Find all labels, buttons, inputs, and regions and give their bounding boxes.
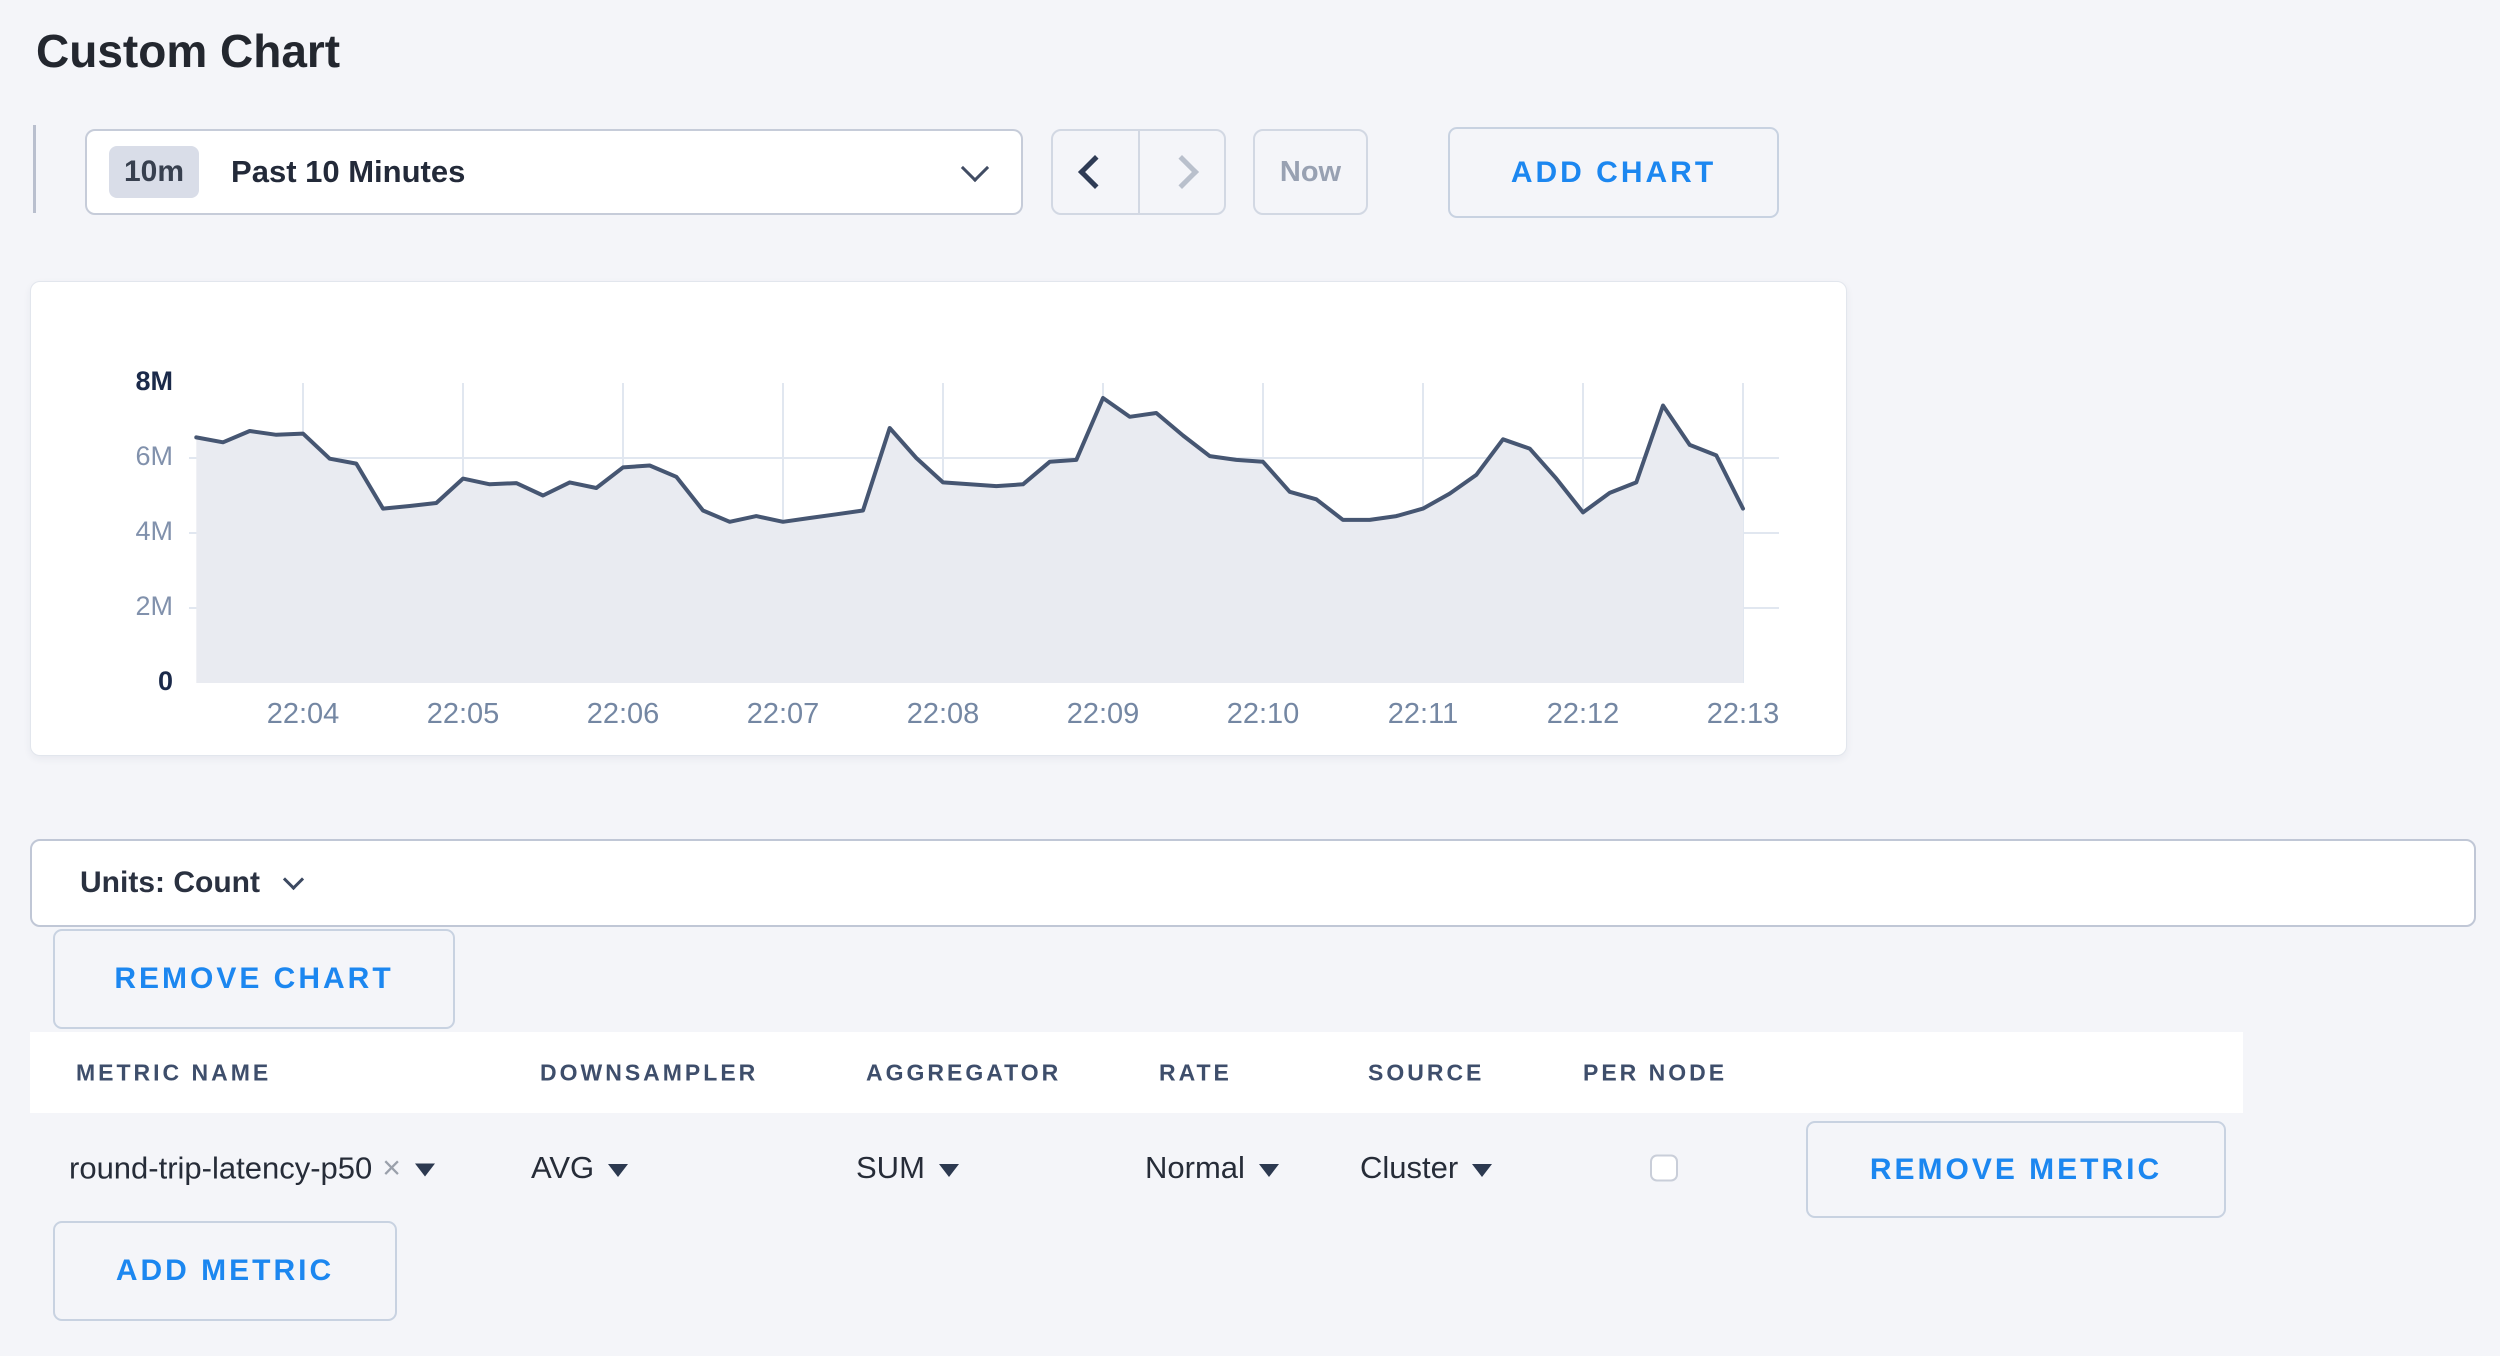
svg-text:22:07: 22:07 [747, 698, 820, 730]
remove-chart-button[interactable]: REMOVE CHART [53, 929, 455, 1029]
rate-value: Normal [1145, 1150, 1245, 1186]
svg-text:22:06: 22:06 [587, 698, 660, 730]
add-metric-button[interactable]: ADD METRIC [53, 1221, 397, 1321]
svg-text:22:10: 22:10 [1227, 698, 1300, 730]
column-header-downsampler: DOWNSAMPLER [540, 1059, 758, 1086]
metrics-table-header: METRIC NAME DOWNSAMPLER AGGREGATOR RATE … [30, 1032, 2243, 1113]
chevron-down-icon [961, 154, 989, 182]
chevron-down-icon [283, 868, 304, 889]
svg-text:22:05: 22:05 [427, 698, 500, 730]
caret-down-icon [415, 1164, 435, 1177]
column-header-source: SOURCE [1368, 1059, 1484, 1086]
latency-area-chart: 0 2M 4M 6M 8M 22:04 22:05 22:06 22:07 22:08 22:09 2… [31, 282, 1848, 757]
aggregator-dropdown[interactable]: SUM [856, 1150, 959, 1186]
metric-name-value: round-trip-latency-p50 [69, 1150, 372, 1186]
source-value: Cluster [1360, 1150, 1458, 1186]
column-header-rate: RATE [1159, 1059, 1232, 1086]
svg-text:22:08: 22:08 [907, 698, 980, 730]
toolbar-divider [33, 125, 36, 213]
aggregator-value: SUM [856, 1150, 925, 1186]
svg-text:6M: 6M [135, 441, 173, 471]
svg-text:22:09: 22:09 [1067, 698, 1140, 730]
units-dropdown[interactable]: Units: Count [30, 839, 2476, 927]
svg-text:2M: 2M [135, 591, 173, 621]
time-window-label: Past 10 Minutes [231, 154, 965, 190]
caret-down-icon [939, 1164, 959, 1177]
time-range-dropdown[interactable]: 10m Past 10 Minutes [85, 129, 1023, 215]
chevron-right-icon [1165, 155, 1199, 189]
clear-metric-icon[interactable]: × [382, 1150, 401, 1187]
column-header-aggregator: AGGREGATOR [866, 1059, 1061, 1086]
column-header-per-node: PER NODE [1583, 1059, 1727, 1086]
add-chart-button[interactable]: ADD CHART [1448, 127, 1779, 218]
now-button[interactable]: Now [1253, 129, 1368, 215]
svg-text:4M: 4M [135, 516, 173, 546]
chart-card: 0 2M 4M 6M 8M 22:04 22:05 22:06 22:07 22:08 22:09 2… [30, 281, 1847, 756]
downsampler-value: AVG [531, 1150, 594, 1186]
svg-text:8M: 8M [135, 366, 173, 396]
svg-text:22:12: 22:12 [1547, 698, 1620, 730]
svg-text:22:04: 22:04 [267, 698, 340, 730]
column-header-metric-name: METRIC NAME [76, 1059, 271, 1086]
prev-time-button[interactable] [1053, 131, 1138, 213]
metric-name-dropdown[interactable]: round-trip-latency-p50 × [69, 1150, 435, 1187]
rate-dropdown[interactable]: Normal [1145, 1150, 1279, 1186]
caret-down-icon [608, 1164, 628, 1177]
svg-text:0: 0 [158, 666, 173, 696]
svg-text:22:11: 22:11 [1388, 698, 1458, 730]
svg-text:22:13: 22:13 [1707, 698, 1780, 730]
units-label: Units: Count [80, 866, 260, 900]
per-node-checkbox[interactable] [1650, 1155, 1678, 1182]
page-title: Custom Chart [36, 24, 340, 78]
time-step-buttons [1051, 129, 1226, 215]
next-time-button[interactable] [1140, 131, 1225, 213]
caret-down-icon [1472, 1164, 1492, 1177]
source-dropdown[interactable]: Cluster [1360, 1150, 1492, 1186]
remove-metric-button[interactable]: REMOVE METRIC [1806, 1121, 2226, 1218]
downsampler-dropdown[interactable]: AVG [531, 1150, 628, 1186]
caret-down-icon [1259, 1164, 1279, 1177]
time-window-badge: 10m [109, 146, 199, 198]
chevron-left-icon [1078, 155, 1112, 189]
